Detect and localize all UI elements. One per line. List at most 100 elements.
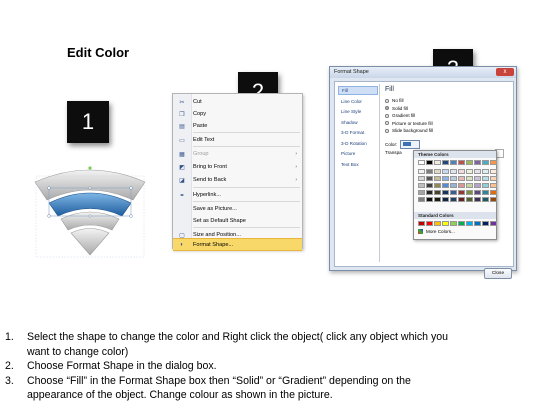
theme-color-swatch[interactable]: [474, 183, 481, 188]
radio-dot[interactable]: [385, 98, 389, 103]
standard-color-swatch[interactable]: [490, 221, 497, 226]
theme-color-swatch[interactable]: [466, 183, 473, 188]
standard-color-swatch[interactable]: [418, 221, 425, 226]
theme-color-swatch[interactable]: [482, 183, 489, 188]
theme-color-swatch[interactable]: [426, 190, 433, 195]
theme-color-swatch[interactable]: [466, 197, 473, 202]
menu-item-copy[interactable]: ❐ Copy: [173, 108, 302, 120]
theme-color-swatch[interactable]: [490, 197, 497, 202]
nav-item-3-d-rotation[interactable]: 3-D Rotation: [338, 139, 378, 148]
menu-item-bring-to-front[interactable]: ◩ Bring to Front ›: [173, 161, 302, 173]
theme-color-swatch[interactable]: [458, 197, 465, 202]
theme-color-swatch[interactable]: [466, 176, 473, 181]
theme-color-swatch[interactable]: [458, 190, 465, 195]
menu-item-group[interactable]: ▦ Group ›: [173, 148, 302, 160]
nav-item-3-d-format[interactable]: 3-D Format: [338, 128, 378, 137]
standard-color-swatch[interactable]: [434, 221, 441, 226]
theme-color-swatch[interactable]: [450, 197, 457, 202]
more-colors-item[interactable]: More Colors...: [418, 229, 455, 234]
resize-handle[interactable]: [129, 186, 133, 190]
menu-item-send-to-back[interactable]: ◪ Send to Back ›: [173, 174, 302, 186]
nav-item-text-box[interactable]: Text Box: [338, 160, 378, 169]
rotate-handle[interactable]: [88, 166, 92, 170]
menu-item-edit-text[interactable]: ▭ Edit Text: [173, 134, 302, 146]
theme-color-swatch[interactable]: [426, 197, 433, 202]
theme-color-swatch[interactable]: [474, 197, 481, 202]
nav-item-line-color[interactable]: Line Color: [338, 97, 378, 106]
theme-color-swatch[interactable]: [426, 169, 433, 174]
standard-color-swatch[interactable]: [474, 221, 481, 226]
standard-color-swatch[interactable]: [450, 221, 457, 226]
theme-color-swatch[interactable]: [482, 190, 489, 195]
theme-color-swatch[interactable]: [466, 160, 473, 165]
menu-item-paste[interactable]: ▤ Paste: [173, 120, 302, 132]
theme-color-swatch[interactable]: [490, 190, 497, 195]
theme-color-swatch[interactable]: [434, 169, 441, 174]
theme-color-swatch[interactable]: [434, 190, 441, 195]
theme-color-swatch[interactable]: [482, 197, 489, 202]
menu-item-format-shape[interactable]: ◐ Format Shape...: [173, 238, 302, 251]
resize-handle[interactable]: [88, 186, 92, 190]
theme-color-swatch[interactable]: [458, 183, 465, 188]
theme-color-swatch[interactable]: [450, 176, 457, 181]
theme-color-swatch[interactable]: [466, 190, 473, 195]
standard-color-swatch[interactable]: [442, 221, 449, 226]
nav-item-shadow[interactable]: Shadow: [338, 118, 378, 127]
theme-color-swatch[interactable]: [482, 160, 489, 165]
theme-color-swatch[interactable]: [434, 160, 441, 165]
theme-color-swatch[interactable]: [442, 197, 449, 202]
theme-color-swatch[interactable]: [426, 176, 433, 181]
theme-color-swatch[interactable]: [474, 160, 481, 165]
fill-radio-slide-background-fill[interactable]: Slide background fill: [385, 127, 475, 134]
resize-handle[interactable]: [129, 214, 133, 218]
theme-color-swatch[interactable]: [418, 169, 425, 174]
close-button[interactable]: Close: [484, 268, 512, 279]
menu-item-hyperlink[interactable]: ⚭ Hyperlink...: [173, 189, 302, 201]
theme-color-swatch[interactable]: [474, 190, 481, 195]
theme-color-swatch[interactable]: [426, 183, 433, 188]
theme-color-swatch[interactable]: [442, 169, 449, 174]
arc-shape-illustration[interactable]: [30, 160, 150, 260]
radio-dot[interactable]: [385, 128, 389, 133]
resize-handle[interactable]: [88, 214, 92, 218]
color-picker-button[interactable]: [400, 140, 421, 149]
theme-color-swatch[interactable]: [458, 176, 465, 181]
theme-color-swatch[interactable]: [434, 197, 441, 202]
theme-color-swatch[interactable]: [434, 183, 441, 188]
theme-color-swatch[interactable]: [466, 169, 473, 174]
theme-color-swatch[interactable]: [418, 197, 425, 202]
theme-color-swatch[interactable]: [458, 160, 465, 165]
fill-radio-solid-fill[interactable]: Solid fill: [385, 105, 475, 112]
resize-handle[interactable]: [47, 214, 51, 218]
theme-color-swatch[interactable]: [418, 190, 425, 195]
theme-color-swatch[interactable]: [474, 169, 481, 174]
standard-color-swatch[interactable]: [458, 221, 465, 226]
nav-item-fill[interactable]: Fill: [338, 86, 378, 95]
fill-radio-no-fill[interactable]: No fill: [385, 97, 475, 104]
theme-color-swatch[interactable]: [418, 176, 425, 181]
standard-color-swatch[interactable]: [426, 221, 433, 226]
nav-item-picture[interactable]: Picture: [338, 149, 378, 158]
theme-color-swatch[interactable]: [450, 183, 457, 188]
theme-color-swatch[interactable]: [442, 190, 449, 195]
arc-band-center[interactable]: [70, 228, 110, 256]
dialog-close-icon[interactable]: x: [496, 68, 514, 76]
radio-dot[interactable]: [385, 113, 389, 118]
nav-item-line-style[interactable]: Line Style: [338, 107, 378, 116]
menu-item-save-as-picture[interactable]: Save as Picture...: [173, 203, 302, 215]
theme-color-swatch[interactable]: [482, 176, 489, 181]
standard-color-swatch[interactable]: [466, 221, 473, 226]
theme-color-swatch[interactable]: [490, 160, 497, 165]
theme-color-swatch[interactable]: [474, 176, 481, 181]
standard-color-swatch[interactable]: [482, 221, 489, 226]
theme-color-swatch[interactable]: [450, 160, 457, 165]
menu-item-set-as-default-shape[interactable]: Set as Default Shape: [173, 215, 302, 227]
theme-color-swatch[interactable]: [490, 176, 497, 181]
radio-dot[interactable]: [385, 106, 389, 110]
radio-dot[interactable]: [385, 121, 389, 125]
theme-color-swatch[interactable]: [442, 183, 449, 188]
theme-color-swatch[interactable]: [490, 169, 497, 174]
theme-color-swatch[interactable]: [482, 169, 489, 174]
theme-color-swatch[interactable]: [450, 169, 457, 174]
theme-color-swatch[interactable]: [442, 176, 449, 181]
